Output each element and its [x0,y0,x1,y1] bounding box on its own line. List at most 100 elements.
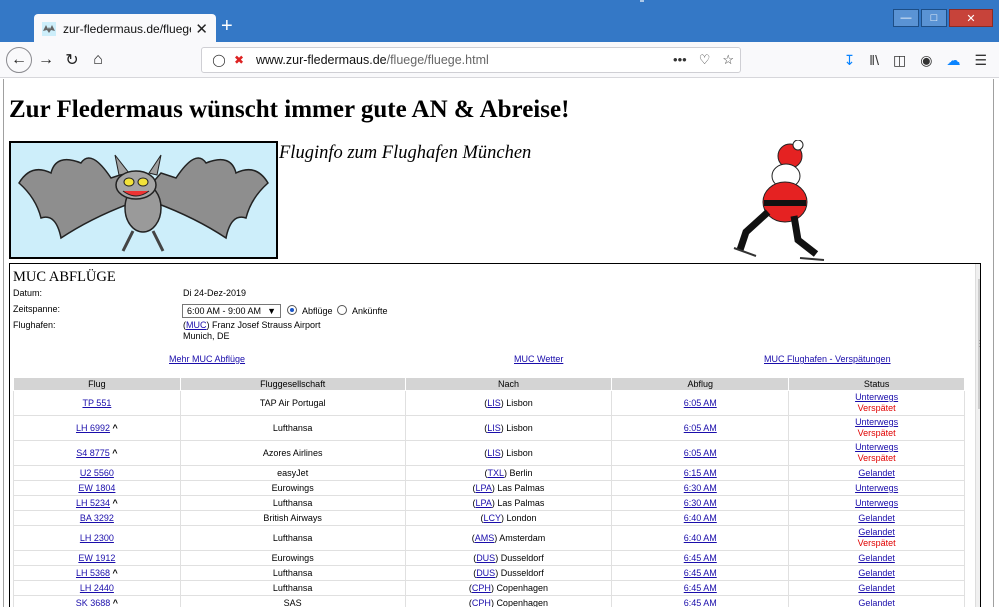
back-arrow-icon[interactable]: ← [6,47,32,73]
account-icon[interactable]: ◉ [920,52,932,69]
status-link[interactable]: Gelandet [858,513,895,523]
delay-status: Verspätet [857,428,896,438]
status-link[interactable]: Unterwegs [855,392,898,402]
arrivals-radio[interactable] [337,305,347,315]
status-link[interactable]: Gelandet [858,598,895,607]
departure-time-link[interactable]: 6:30 AM [684,498,717,508]
status-link[interactable]: Unterwegs [855,417,898,427]
status-link[interactable]: Unterwegs [855,442,898,452]
library-icon[interactable]: ‖\ [869,52,879,69]
window-close-button[interactable]: ✕ [949,9,993,27]
status-link[interactable]: Gelandet [858,553,895,563]
pocket-icon[interactable]: ♡ [699,52,711,68]
insecure-icon[interactable]: ✖ [232,53,246,67]
destination-code-link[interactable]: LIS [487,398,501,408]
destination-cell: (TXL) Berlin [404,465,613,481]
destination-cell: (LPA) Las Palmas [404,495,613,511]
departures-label: Abflüge [302,306,333,316]
destination-code-link[interactable]: CPH [472,583,491,593]
departure-time-link[interactable]: 6:30 AM [684,483,717,493]
airport-code-link[interactable]: MUC [186,320,207,330]
destination-code-link[interactable]: LPA [476,483,492,493]
star-icon[interactable]: ☆ [722,52,734,68]
menu-icon[interactable]: ☰ [974,52,987,69]
departure-time-link[interactable]: 6:05 AM [684,423,717,433]
destination-code-link[interactable]: CPH [472,598,491,607]
download-icon[interactable]: ↧ [844,52,856,69]
flight-widget-frame[interactable]: MUC ABFLÜGE Datum: Di 24-Dez-2019 Zeitsp… [9,263,981,607]
flight-cell: LH 2300 [13,525,181,551]
weather-link[interactable]: MUC Wetter [514,354,563,364]
status-link[interactable]: Gelandet [858,583,895,593]
status-link[interactable]: Gelandet [858,468,895,478]
flight-number-link[interactable]: EW 1912 [78,553,115,563]
departures-radio[interactable] [287,305,297,315]
plus-icon[interactable]: + [221,16,233,36]
widget-scrollbar[interactable]: ▲ ——— [975,264,980,607]
airline-cell: Lufthansa [179,565,406,581]
airline-cell: Eurowings [179,480,406,496]
cloud-icon[interactable]: ☁ [946,52,960,69]
flight-number-link[interactable]: LH 5368 [76,568,110,578]
home-icon[interactable]: ⌂ [88,50,108,70]
departure-time-link[interactable]: 6:40 AM [684,513,717,523]
maximize-button[interactable]: □ [921,9,947,27]
flight-number-link[interactable]: U2 5560 [80,468,114,478]
departure-time-cell: 6:05 AM [611,390,790,416]
status-link[interactable]: Unterwegs [855,483,898,493]
timespan-select[interactable]: 6:00 AM - 9:00 AM ▼ [182,304,281,318]
arrivals-label: Ankünfte [352,306,388,316]
airline-cell: British Airways [179,510,406,526]
destination-cell: (LIS) Lisbon [404,390,613,416]
scroll-up-icon[interactable]: ▲ [979,266,980,275]
status-link[interactable]: Gelandet [858,527,895,537]
reload-icon[interactable]: ↻ [62,50,82,70]
table-row: LH 2440 Lufthansa (CPH) Copenhagen 6:45 AM… [13,580,965,596]
flight-number-link[interactable]: LH 2300 [80,533,114,543]
browser-tab[interactable]: zur-fledermaus.de/fluege/flug ✕ [34,14,216,43]
departure-time-link[interactable]: 6:45 AM [684,583,717,593]
destination-code-link[interactable]: AMS [475,533,495,543]
destination-code-link[interactable]: LIS [487,448,501,458]
flight-number-link[interactable]: LH 2440 [80,583,114,593]
close-icon[interactable]: ✕ [195,20,208,38]
destination-code-link[interactable]: LCY [483,513,501,523]
destination-code-link[interactable]: DUS [476,568,495,578]
forward-arrow-icon[interactable]: → [36,50,56,70]
flight-number-link[interactable]: BA 3292 [80,513,114,523]
page-left-border [3,79,4,607]
flight-cell: EW 1804 [13,480,181,496]
departure-time-link[interactable]: 6:45 AM [684,598,717,607]
destination-code-link[interactable]: LPA [476,498,492,508]
airport-value: (MUC) Franz Josef Strauss Airport [183,320,321,330]
status-link[interactable]: Unterwegs [855,498,898,508]
minimize-button[interactable]: — [893,9,919,27]
shield-icon[interactable]: ◯ [212,53,226,67]
departure-time-link[interactable]: 6:15 AM [684,468,717,478]
flight-cell: SK 3688 ^ [13,595,181,607]
delays-link[interactable]: MUC Flughafen - Verspätungen [764,354,891,364]
address-bar[interactable]: ◯ ✖ www.zur-fledermaus.de/fluege/fluege.… [201,47,741,73]
status-link[interactable]: Gelandet [858,568,895,578]
destination-code-link[interactable]: LIS [487,423,501,433]
departure-time-link[interactable]: 6:05 AM [684,398,717,408]
timespan-label: Zeitspanne: [13,304,61,314]
page-right-border [993,79,994,607]
url-text[interactable]: www.zur-fledermaus.de/fluege/fluege.html [256,53,489,67]
destination-code-link[interactable]: DUS [476,553,495,563]
more-departures-link[interactable]: Mehr MUC Abflüge [169,354,245,364]
departure-time-link[interactable]: 6:45 AM [684,568,717,578]
flight-number-link[interactable]: SK 3688 [76,598,111,607]
table-row: LH 6992 ^ Lufthansa (LIS) Lisbon 6:05 AM Unt… [13,415,965,441]
flight-number-link[interactable]: TP 551 [82,398,111,408]
flight-number-link[interactable]: LH 5234 [76,498,110,508]
flight-number-link[interactable]: S4 8775 [76,448,110,458]
destination-code-link[interactable]: TXL [487,468,504,478]
departure-time-link[interactable]: 6:05 AM [684,448,717,458]
departure-time-link[interactable]: 6:45 AM [684,553,717,563]
sidebar-icon[interactable]: ◫ [893,52,906,69]
flight-number-link[interactable]: LH 6992 [76,423,110,433]
flight-number-link[interactable]: EW 1804 [78,483,115,493]
departure-time-link[interactable]: 6:40 AM [684,533,717,543]
more-icon[interactable]: ••• [673,52,687,68]
